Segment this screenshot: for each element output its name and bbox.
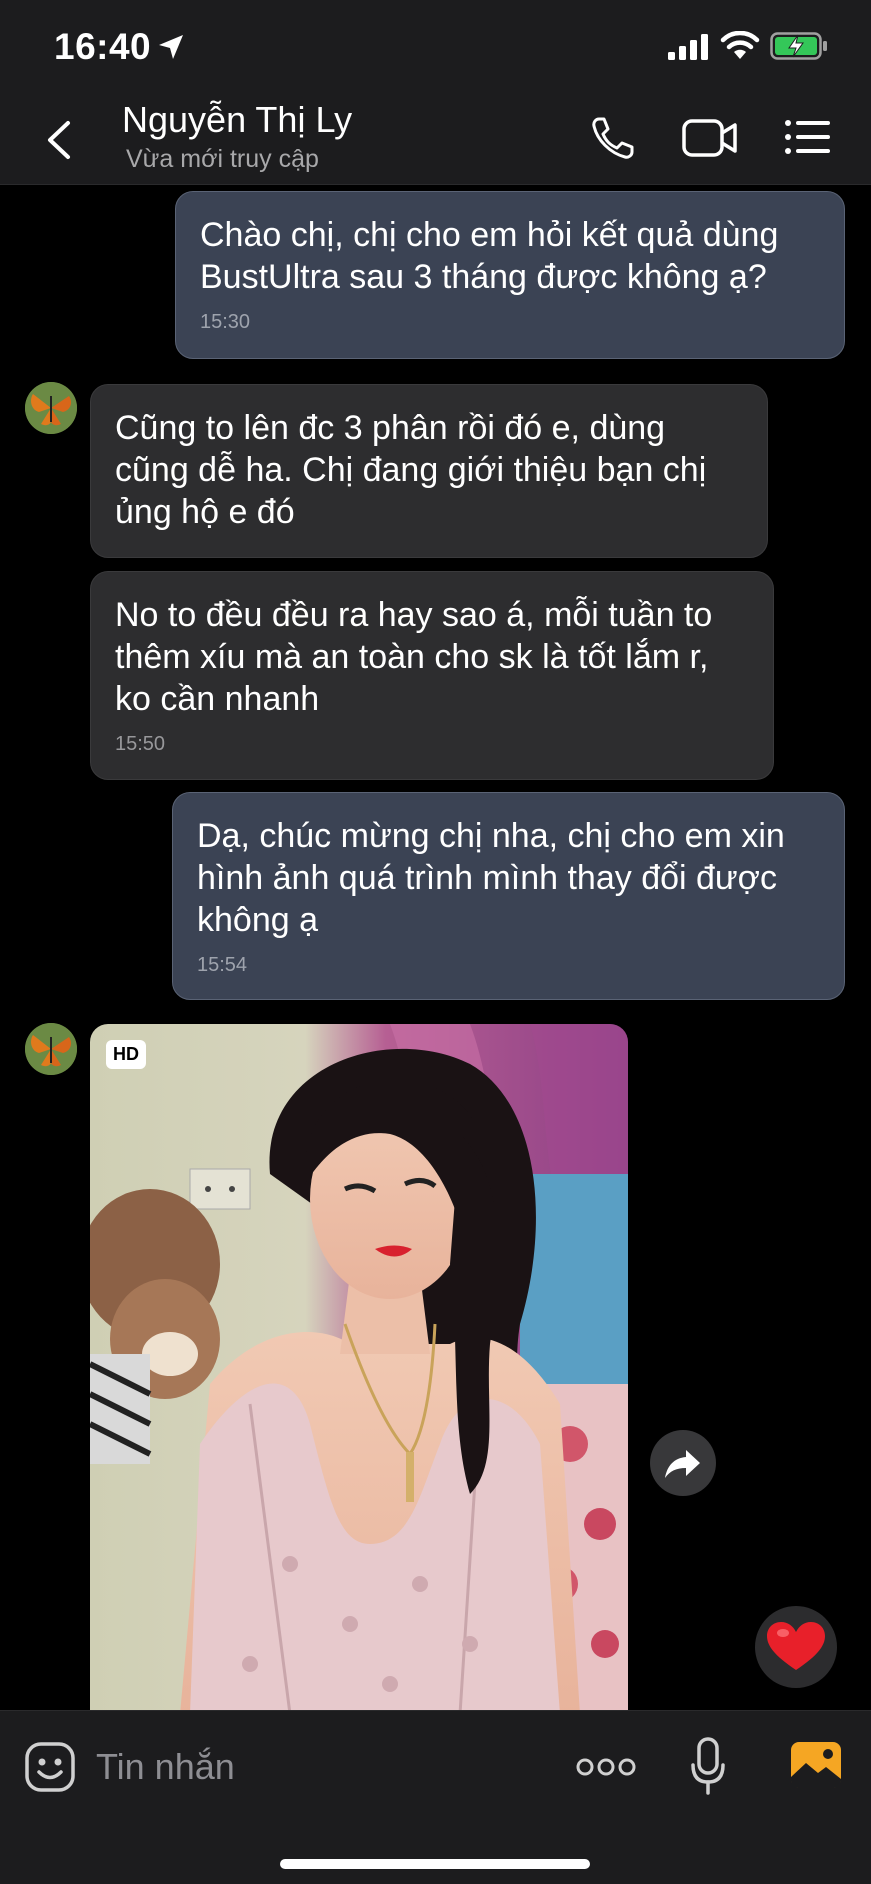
message-bubble-incoming[interactable]: Cũng to lên đc 3 phân rồi đó e, dùng cũn… bbox=[90, 384, 768, 558]
message-text: Cũng to lên đc 3 phân rồi đó e, dùng cũn… bbox=[115, 409, 707, 531]
heart-icon bbox=[767, 1622, 825, 1670]
phone-call-icon[interactable] bbox=[590, 115, 636, 161]
video-call-icon[interactable] bbox=[682, 117, 738, 159]
message-input[interactable] bbox=[96, 1739, 536, 1795]
share-button[interactable] bbox=[650, 1430, 716, 1496]
message-time: 15:30 bbox=[200, 311, 251, 333]
menu-list-icon[interactable] bbox=[784, 117, 832, 157]
message-bubble-outgoing[interactable]: Chào chị, chị cho em hỏi kết quả dùng Bu… bbox=[175, 191, 845, 359]
contact-name[interactable]: Nguyễn Thị Ly bbox=[122, 99, 352, 141]
cellular-signal-icon bbox=[668, 34, 708, 60]
message-text: No to đều đều ra hay sao á, mỗi tuần to … bbox=[115, 596, 713, 718]
photo-image bbox=[90, 1024, 628, 1714]
location-arrow-icon bbox=[159, 35, 183, 59]
sticker-smiley-icon[interactable] bbox=[24, 1741, 76, 1793]
message-text: Chào chị, chị cho em hỏi kết quả dùng Bu… bbox=[200, 216, 779, 296]
message-bubble-incoming[interactable]: No to đều đều ra hay sao á, mỗi tuần to … bbox=[90, 571, 774, 780]
home-indicator bbox=[280, 1859, 590, 1869]
chat-header: Nguyễn Thị Ly Vừa mới truy cập bbox=[0, 95, 871, 185]
message-time: 15:54 bbox=[197, 954, 248, 976]
status-bar: 16:40 bbox=[0, 0, 871, 95]
contact-avatar[interactable] bbox=[25, 382, 77, 434]
share-arrow-icon bbox=[665, 1450, 700, 1478]
microphone-icon[interactable] bbox=[690, 1737, 726, 1795]
wifi-icon bbox=[720, 31, 760, 59]
heart-reaction-button[interactable] bbox=[755, 1606, 837, 1688]
message-text: Dạ, chúc mừng chị nha, chị cho em xin hì… bbox=[197, 817, 785, 939]
message-bubble-outgoing[interactable]: Dạ, chúc mừng chị nha, chị cho em xin hì… bbox=[172, 792, 845, 1000]
more-options-icon[interactable] bbox=[576, 1755, 636, 1779]
hd-badge: HD bbox=[106, 1040, 146, 1069]
photo-message[interactable]: HD bbox=[90, 1024, 628, 1714]
contact-status: Vừa mới truy cập bbox=[126, 145, 319, 173]
back-button[interactable] bbox=[40, 115, 80, 165]
battery-charging-icon bbox=[770, 32, 827, 60]
message-input-bar bbox=[0, 1710, 871, 1884]
message-time: 15:50 bbox=[115, 733, 166, 755]
status-time: 16:40 bbox=[54, 26, 152, 67]
gallery-image-icon[interactable] bbox=[790, 1741, 842, 1789]
contact-avatar[interactable] bbox=[25, 1023, 77, 1075]
